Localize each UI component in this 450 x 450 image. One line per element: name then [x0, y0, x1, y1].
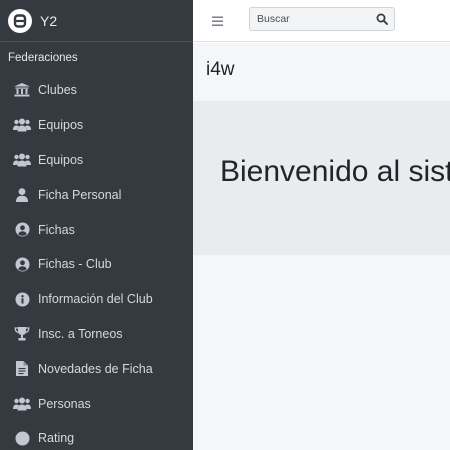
user-circle-icon — [12, 256, 32, 272]
sidebar-item-equipos-2[interactable]: Equipos — [0, 143, 193, 178]
search-icon — [376, 10, 388, 29]
nav-header-federaciones: Federaciones — [8, 52, 78, 64]
sidebar-item-label: Fichas — [38, 222, 75, 237]
sidebar-item-rating[interactable]: Rating — [0, 421, 193, 450]
trophy-icon — [12, 326, 32, 342]
sidebar-item-fichas[interactable]: Fichas — [0, 212, 193, 247]
sidebar-item-label: Equipos — [38, 152, 84, 167]
sidebar-item-insc-a-torneos[interactable]: Insc. a Torneos — [0, 317, 193, 352]
sidebar-item-label: Equipos — [38, 118, 84, 133]
sidebar-item-label: Novedades de Ficha — [38, 361, 153, 376]
sidebar-item-label: Información del Club — [38, 292, 153, 307]
top-navbar — [193, 0, 450, 42]
search-form — [249, 7, 395, 31]
sidebar-item-novedades-de-ficha[interactable]: Novedades de Ficha — [0, 351, 193, 386]
sidebar: Y2 Federaciones Clubes Equipos Equipos F… — [0, 0, 193, 450]
sidebar-item-equipos[interactable]: Equipos — [0, 108, 193, 143]
sidebar-item-fichas-club[interactable]: Fichas - Club — [0, 247, 193, 282]
users-icon — [12, 117, 32, 133]
users-icon — [12, 396, 32, 412]
sidebar-item-label: Insc. a Torneos — [38, 326, 123, 341]
content-wrapper: i4w Bienvenido al sistema — [193, 43, 450, 450]
user-icon — [12, 187, 32, 203]
brand-link[interactable]: Y2 — [0, 0, 193, 42]
welcome-heading: Bienvenido al sistema — [220, 155, 450, 188]
sidebar-item-label: Rating — [38, 431, 75, 446]
search-input[interactable] — [250, 8, 370, 30]
circle-icon — [12, 430, 32, 446]
sidebar-item-label: Fichas - Club — [38, 257, 112, 272]
brand-logo-icon — [8, 8, 32, 33]
info-circle-icon — [12, 291, 32, 307]
file-icon — [12, 361, 32, 377]
menu-toggle-icon[interactable] — [211, 12, 227, 26]
users-icon — [12, 152, 32, 168]
sidebar-item-clubes[interactable]: Clubes — [0, 73, 193, 108]
sidebar-item-informacion-del-club[interactable]: Información del Club — [0, 282, 193, 317]
page-title: i4w — [206, 59, 235, 80]
landmark-icon — [12, 82, 32, 98]
sidebar-item-label: Personas — [38, 396, 91, 411]
sidebar-item-personas[interactable]: Personas — [0, 386, 193, 421]
welcome-jumbotron: Bienvenido al sistema — [193, 101, 450, 255]
sidebar-item-ficha-personal[interactable]: Ficha Personal — [0, 177, 193, 212]
search-button[interactable] — [370, 8, 394, 30]
sidebar-item-label: Ficha Personal — [38, 187, 122, 202]
user-circle-icon — [12, 222, 32, 238]
sidebar-item-label: Clubes — [38, 83, 77, 98]
brand-name: Y2 — [40, 12, 58, 29]
